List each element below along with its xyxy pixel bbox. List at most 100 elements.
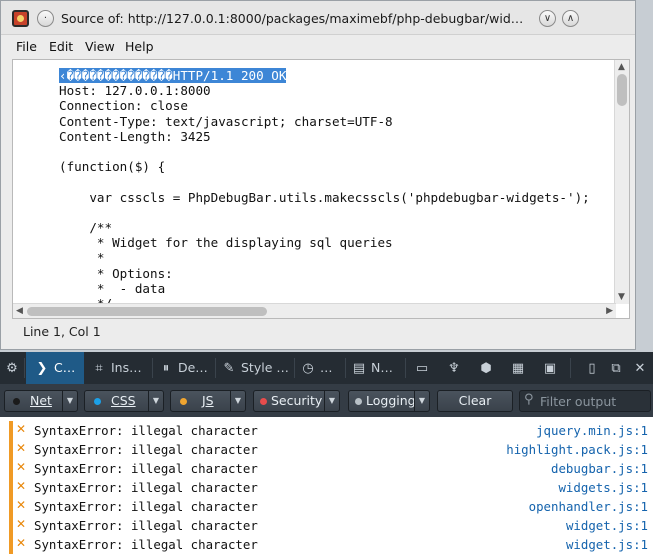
chevron-down-icon[interactable]: ▼ bbox=[324, 391, 339, 411]
chevron-down-icon[interactable]: ▼ bbox=[230, 391, 245, 411]
console-message-text: SyntaxError: illegal character bbox=[34, 461, 258, 476]
chevron-down-icon[interactable]: ▼ bbox=[414, 391, 429, 411]
warning-bar bbox=[9, 516, 13, 535]
statusbar: Line 1, Col 1 bbox=[12, 321, 630, 343]
console-message-source-link[interactable]: widget.js:1 bbox=[566, 518, 648, 533]
warning-bar bbox=[9, 459, 13, 478]
console-message-text: SyntaxError: illegal character bbox=[34, 499, 258, 514]
horizontal-scroll-thumb[interactable] bbox=[27, 307, 267, 316]
warning-bar bbox=[9, 421, 13, 440]
error-x-icon: ✕ bbox=[16, 479, 27, 493]
filter-logging-button[interactable]: Logging ▼ bbox=[348, 390, 430, 412]
error-x-icon: ✕ bbox=[16, 441, 27, 455]
console-message-source-link[interactable]: openhandler.js:1 bbox=[529, 499, 648, 514]
cube-icon: ⬢ bbox=[480, 361, 492, 376]
menu-edit[interactable]: Edit bbox=[49, 39, 73, 54]
console-message-row: ✕ SyntaxError: illegal character widget.js… bbox=[0, 535, 653, 554]
3d-view-button[interactable]: ⬢ bbox=[474, 352, 498, 384]
console-message-source-link[interactable]: jquery.min.js:1 bbox=[536, 423, 648, 438]
console-message-source-link[interactable]: highlight.pack.js:1 bbox=[506, 442, 648, 457]
filter-output-box[interactable]: ⚲ bbox=[519, 390, 651, 412]
tab-inspector[interactable]: ⌗ Ins… bbox=[86, 352, 152, 384]
filter-output-input[interactable] bbox=[540, 393, 648, 409]
error-x-icon: ✕ bbox=[16, 422, 27, 436]
filter-css-button[interactable]: CSS ▼ bbox=[84, 390, 164, 412]
warning-bar bbox=[9, 478, 13, 497]
vertical-scrollbar[interactable]: ▲ ▼ bbox=[614, 60, 629, 304]
toolbox-options-button[interactable]: ⚙ bbox=[0, 352, 24, 384]
warning-bar bbox=[9, 440, 13, 459]
cursor-position: Line 1, Col 1 bbox=[23, 324, 101, 339]
minimize-button[interactable]: ∨ bbox=[539, 10, 556, 27]
console-message-row: ✕ SyntaxError: illegal character debugbar.… bbox=[0, 459, 653, 478]
gear-icon: ⚙ bbox=[6, 361, 18, 376]
error-x-icon: ✕ bbox=[16, 460, 27, 474]
console-message-text: SyntaxError: illegal character bbox=[34, 442, 258, 457]
scroll-right-icon[interactable]: ▶ bbox=[606, 306, 613, 316]
warning-bar bbox=[9, 535, 13, 554]
vertical-scroll-thumb[interactable] bbox=[617, 74, 627, 106]
scratchpad-button[interactable]: ▦ bbox=[506, 352, 530, 384]
menu-view[interactable]: View bbox=[85, 39, 115, 54]
devtools-tabbar: ⚙ ❯ C… ⌗ Ins… ⏸ De… ✎ Style … ◷ … ▤ N… ▭… bbox=[0, 352, 653, 384]
console-icon: ❯ bbox=[36, 361, 48, 376]
logging-dot-icon bbox=[355, 398, 362, 405]
selected-status-line: ‹��������������HTTP/1.1 200 OK bbox=[59, 68, 287, 83]
console-output: ✕ SyntaxError: illegal character jquery.mi… bbox=[0, 417, 653, 556]
tab-performance[interactable]: ◷ … bbox=[295, 352, 345, 384]
console-message-text: SyntaxError: illegal character bbox=[34, 518, 258, 533]
error-x-icon: ✕ bbox=[16, 536, 27, 550]
menubar: File Edit View Help bbox=[1, 36, 635, 58]
menu-help[interactable]: Help bbox=[125, 39, 154, 54]
scroll-down-icon[interactable]: ▼ bbox=[618, 292, 625, 302]
scroll-up-icon[interactable]: ▲ bbox=[618, 62, 625, 72]
close-icon: ✕ bbox=[634, 361, 646, 376]
tab-network[interactable]: ▤ N… bbox=[346, 352, 404, 384]
dock-side-button[interactable]: ▯ bbox=[582, 352, 602, 384]
warning-bar bbox=[9, 497, 13, 516]
menu-file[interactable]: File bbox=[16, 39, 37, 54]
window-titlebar: · Source of: http://127.0.0.1:8000/packa… bbox=[1, 1, 635, 35]
window-menu-button[interactable]: · bbox=[37, 10, 54, 27]
scroll-left-icon[interactable]: ◀ bbox=[16, 306, 23, 316]
console-message-source-link[interactable]: debugbar.js:1 bbox=[551, 461, 648, 476]
screenshot-button[interactable]: ▣ bbox=[538, 352, 562, 384]
scratchpad-icon: ▦ bbox=[511, 361, 525, 376]
close-devtools-button[interactable]: ✕ bbox=[630, 352, 650, 384]
console-message-row: ✕ SyntaxError: illegal character widgets.j… bbox=[0, 478, 653, 497]
style-editor-icon: ✎ bbox=[223, 361, 235, 376]
filter-js-button[interactable]: JS ▼ bbox=[170, 390, 246, 412]
inspector-icon: ⌗ bbox=[95, 361, 103, 376]
chevron-down-icon[interactable]: ▼ bbox=[62, 391, 77, 411]
horizontal-scrollbar[interactable]: ◀ ▶ bbox=[13, 303, 616, 318]
undock-button[interactable]: ⧉ bbox=[606, 352, 626, 384]
chevron-down-icon[interactable]: ▼ bbox=[148, 391, 163, 411]
paintflashing-button[interactable]: ♆ bbox=[442, 352, 466, 384]
source-editor[interactable]: ‹��������������HTTP/1.1 200 OK Host: 127… bbox=[12, 59, 630, 319]
error-x-icon: ✕ bbox=[16, 517, 27, 531]
net-dot-icon bbox=[13, 398, 20, 405]
security-dot-icon bbox=[260, 398, 267, 405]
source-code[interactable]: ‹��������������HTTP/1.1 200 OK Host: 127… bbox=[59, 68, 615, 304]
console-message-source-link[interactable]: widget.js:1 bbox=[566, 537, 648, 552]
filter-net-button[interactable]: Net ▼ bbox=[4, 390, 78, 412]
network-icon: ▤ bbox=[352, 361, 366, 376]
js-dot-icon bbox=[180, 398, 187, 405]
dock-side-icon: ▯ bbox=[588, 361, 596, 376]
tab-style-editor[interactable]: ✎ Style … bbox=[216, 352, 294, 384]
css-dot-icon bbox=[94, 398, 101, 405]
split-console-icon: ▭ bbox=[415, 361, 429, 376]
console-toolbar: Net ▼ CSS ▼ JS ▼ Security ▼ Logging ▼ Cl… bbox=[0, 384, 653, 417]
console-message-row: ✕ SyntaxError: illegal character jquery.mi… bbox=[0, 421, 653, 440]
error-x-icon: ✕ bbox=[16, 498, 27, 512]
filter-security-button[interactable]: Security ▼ bbox=[253, 390, 340, 412]
tab-console[interactable]: ❯ C… bbox=[26, 352, 84, 384]
screenshot-icon: ▣ bbox=[543, 361, 557, 376]
console-message-text: SyntaxError: illegal character bbox=[34, 537, 258, 552]
maximize-button[interactable]: ∧ bbox=[562, 10, 579, 27]
console-message-source-link[interactable]: widgets.js:1 bbox=[558, 480, 648, 495]
clear-button[interactable]: Clear bbox=[437, 390, 513, 412]
window-title: Source of: http://127.0.0.1:8000/package… bbox=[61, 11, 531, 26]
tab-debugger[interactable]: ⏸ De… bbox=[153, 352, 215, 384]
split-console-button[interactable]: ▭ bbox=[410, 352, 434, 384]
